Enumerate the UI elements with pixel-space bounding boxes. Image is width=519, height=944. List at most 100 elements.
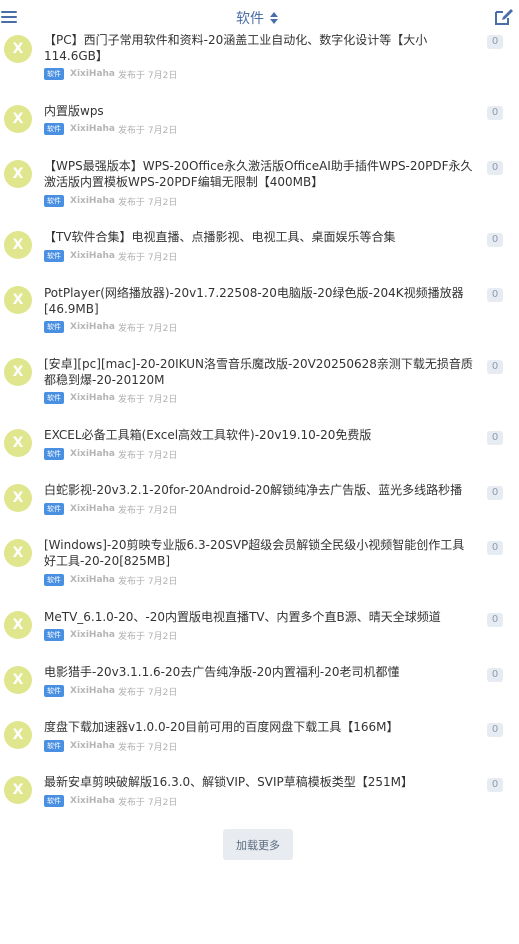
author-name[interactable]: XixiHaha	[70, 322, 115, 332]
hamburger-menu-icon[interactable]	[0, 9, 18, 25]
topic-row[interactable]: X 【TV软件合集】电视直播、点播影视、电视工具、桌面娱乐等合集 软件 Xixi…	[0, 221, 519, 266]
author-name[interactable]: XixiHaha	[70, 504, 115, 514]
user-avatar[interactable]: X	[4, 429, 32, 457]
category-tag[interactable]: 软件	[44, 392, 64, 404]
author-name[interactable]: XixiHaha	[70, 741, 115, 751]
user-avatar[interactable]: X	[4, 539, 32, 567]
user-avatar[interactable]: X	[4, 231, 32, 259]
topic-title[interactable]: 【TV软件合集】电视直播、点播影视、电视工具、桌面娱乐等合集	[44, 229, 476, 245]
category-tag[interactable]: 软件	[44, 503, 64, 515]
user-avatar[interactable]: X	[4, 484, 32, 512]
topic-meta: 软件 XixiHaha 发布于 7月2日	[44, 685, 178, 698]
topic-title[interactable]: PotPlayer(网络播放器)-20v1.7.22508-20电脑版-20绿色…	[44, 285, 476, 317]
published-date: 发布于 7月2日	[118, 125, 178, 136]
top-bar: 软件	[0, 0, 519, 34]
topic-row[interactable]: X EXCEL必备工具箱(Excel高效工具软件)-20v19.10-20免费版…	[0, 419, 519, 464]
user-avatar[interactable]: X	[4, 358, 32, 386]
topic-row[interactable]: X [安卓][pc][mac]-20-20IKUN洛雪音乐魔改版-20V2025…	[0, 348, 519, 410]
topic-row[interactable]: X MeTV_6.1.0-20、-20内置版电视直播TV、内置多个直B源、晴天全…	[0, 601, 519, 646]
user-avatar[interactable]: X	[4, 721, 32, 749]
topic-row[interactable]: X 白蛇影视-20v3.2.1-20for-20Android-20解锁纯净去广…	[0, 474, 519, 519]
reply-count-badge: 0	[487, 431, 503, 445]
topic-row[interactable]: X 电影猎手-20v3.1.1.6-20去广告纯净版-20内置福利-20老司机都…	[0, 656, 519, 701]
user-avatar[interactable]: X	[4, 666, 32, 694]
topic-meta: 软件 XixiHaha 发布于 7月2日	[44, 68, 177, 81]
category-tag[interactable]: 软件	[44, 795, 64, 807]
author-name[interactable]: XixiHaha	[70, 630, 115, 640]
published-date: 发布于 7月2日	[118, 252, 178, 263]
published-date: 发布于 7月2日	[118, 631, 178, 642]
author-name[interactable]: XixiHaha	[70, 251, 115, 261]
reply-count-badge: 0	[487, 35, 503, 49]
topic-row[interactable]: X [Windows]-20剪映专业版6.3-20SVP超级会员解锁全民级小视频…	[0, 529, 519, 591]
topic-meta: 软件 XixiHaha 发布于 7月2日	[44, 448, 178, 461]
category-tag[interactable]: 软件	[44, 685, 64, 697]
category-dropdown-label: 软件	[236, 11, 264, 27]
topic-title[interactable]: 内置版wps	[44, 103, 476, 119]
published-date: 发布于 7月2日	[118, 687, 178, 698]
topic-title[interactable]: 最新安卓剪映破解版16.3.0、解锁VIP、SVIP草稿模板类型【251M】	[44, 774, 476, 790]
published-date: 发布于 7月2日	[118, 197, 178, 208]
topic-meta: 软件 XixiHaha 发布于 7月2日	[44, 321, 177, 334]
category-tag[interactable]: 软件	[44, 740, 64, 752]
topic-row[interactable]: X 度盘下载加速器v1.0.0-20目前可用的百度网盘下载工具【166M】 软件…	[0, 711, 519, 756]
topic-meta: 软件 XixiHaha 发布于 7月2日	[44, 392, 178, 405]
load-more-button[interactable]: 加载更多	[223, 829, 293, 860]
reply-count-badge: 0	[487, 106, 503, 120]
reply-count-badge: 0	[487, 360, 503, 374]
user-avatar[interactable]: X	[4, 611, 32, 639]
topic-row[interactable]: X 内置版wps 软件 XixiHaha 发布于 7月2日 0	[0, 95, 519, 140]
topic-title[interactable]: 【WPS最强版本】WPS-20Office永久激活版OfficeAI助手插件WP…	[44, 158, 476, 190]
published-date: 发布于 7月2日	[118, 450, 178, 461]
author-name[interactable]: XixiHaha	[70, 575, 115, 585]
category-dropdown[interactable]: 软件	[236, 8, 278, 28]
topic-title[interactable]: MeTV_6.1.0-20、-20内置版电视直播TV、内置多个直B源、晴天全球频…	[44, 609, 476, 625]
topic-title[interactable]: 【PC】西门子常用软件和资料-20涵盖工业自动化、数字化设计等【大小114.6G…	[44, 32, 476, 64]
author-name[interactable]: XixiHaha	[70, 69, 115, 79]
reply-count-badge: 0	[487, 613, 503, 627]
category-tag[interactable]: 软件	[44, 448, 64, 460]
topic-title[interactable]: [安卓][pc][mac]-20-20IKUN洛雪音乐魔改版-20V202506…	[44, 356, 476, 388]
user-avatar[interactable]: X	[4, 286, 32, 314]
reply-count-badge: 0	[487, 233, 503, 247]
author-name[interactable]: XixiHaha	[70, 686, 115, 696]
topic-title[interactable]: 度盘下载加速器v1.0.0-20目前可用的百度网盘下载工具【166M】	[44, 719, 476, 735]
author-name[interactable]: XixiHaha	[70, 124, 115, 134]
category-tag[interactable]: 软件	[44, 250, 64, 262]
category-tag[interactable]: 软件	[44, 68, 64, 80]
category-tag[interactable]: 软件	[44, 195, 64, 207]
user-avatar[interactable]: X	[4, 160, 32, 188]
sort-updown-icon	[270, 12, 278, 24]
published-date: 发布于 7月2日	[118, 505, 178, 516]
topic-meta: 软件 XixiHaha 发布于 7月2日	[44, 195, 178, 208]
category-tag[interactable]: 软件	[44, 574, 64, 586]
published-date: 发布于 7月2日	[118, 797, 178, 808]
category-tag[interactable]: 软件	[44, 123, 64, 135]
topic-meta: 软件 XixiHaha 发布于 7月2日	[44, 574, 178, 587]
category-tag[interactable]: 软件	[44, 321, 64, 333]
author-name[interactable]: XixiHaha	[70, 449, 115, 459]
user-avatar[interactable]: X	[4, 35, 32, 63]
topic-row[interactable]: X 最新安卓剪映破解版16.3.0、解锁VIP、SVIP草稿模板类型【251M】…	[0, 766, 519, 811]
author-name[interactable]: XixiHaha	[70, 796, 115, 806]
topic-meta: 软件 XixiHaha 发布于 7月2日	[44, 629, 178, 642]
user-avatar[interactable]: X	[4, 776, 32, 804]
author-name[interactable]: XixiHaha	[70, 393, 115, 403]
topic-title[interactable]: EXCEL必备工具箱(Excel高效工具软件)-20v19.10-20免费版	[44, 427, 476, 443]
published-date: 发布于 7月2日	[118, 576, 178, 587]
app-root: X 【PC】西门子常用软件和资料-20涵盖工业自动化、数字化设计等【大小114.…	[0, 0, 519, 944]
compose-edit-icon[interactable]	[494, 8, 514, 26]
author-name[interactable]: XixiHaha	[70, 196, 115, 206]
topic-row[interactable]: X 【WPS最强版本】WPS-20Office永久激活版OfficeAI助手插件…	[0, 150, 519, 212]
topic-row[interactable]: X PotPlayer(网络播放器)-20v1.7.22508-20电脑版-20…	[0, 277, 519, 339]
user-avatar[interactable]: X	[4, 105, 32, 133]
published-date: 发布于 7月2日	[118, 394, 178, 405]
reply-count-badge: 0	[487, 541, 503, 555]
topic-title[interactable]: 电影猎手-20v3.1.1.6-20去广告纯净版-20内置福利-20老司机都懂	[44, 664, 476, 680]
category-tag[interactable]: 软件	[44, 629, 64, 641]
reply-count-badge: 0	[487, 161, 503, 175]
reply-count-badge: 0	[487, 668, 503, 682]
topic-title[interactable]: [Windows]-20剪映专业版6.3-20SVP超级会员解锁全民级小视频智能…	[44, 537, 476, 569]
topic-title[interactable]: 白蛇影视-20v3.2.1-20for-20Android-20解锁纯净去广告版…	[44, 482, 476, 498]
topic-meta: 软件 XixiHaha 发布于 7月2日	[44, 795, 178, 808]
